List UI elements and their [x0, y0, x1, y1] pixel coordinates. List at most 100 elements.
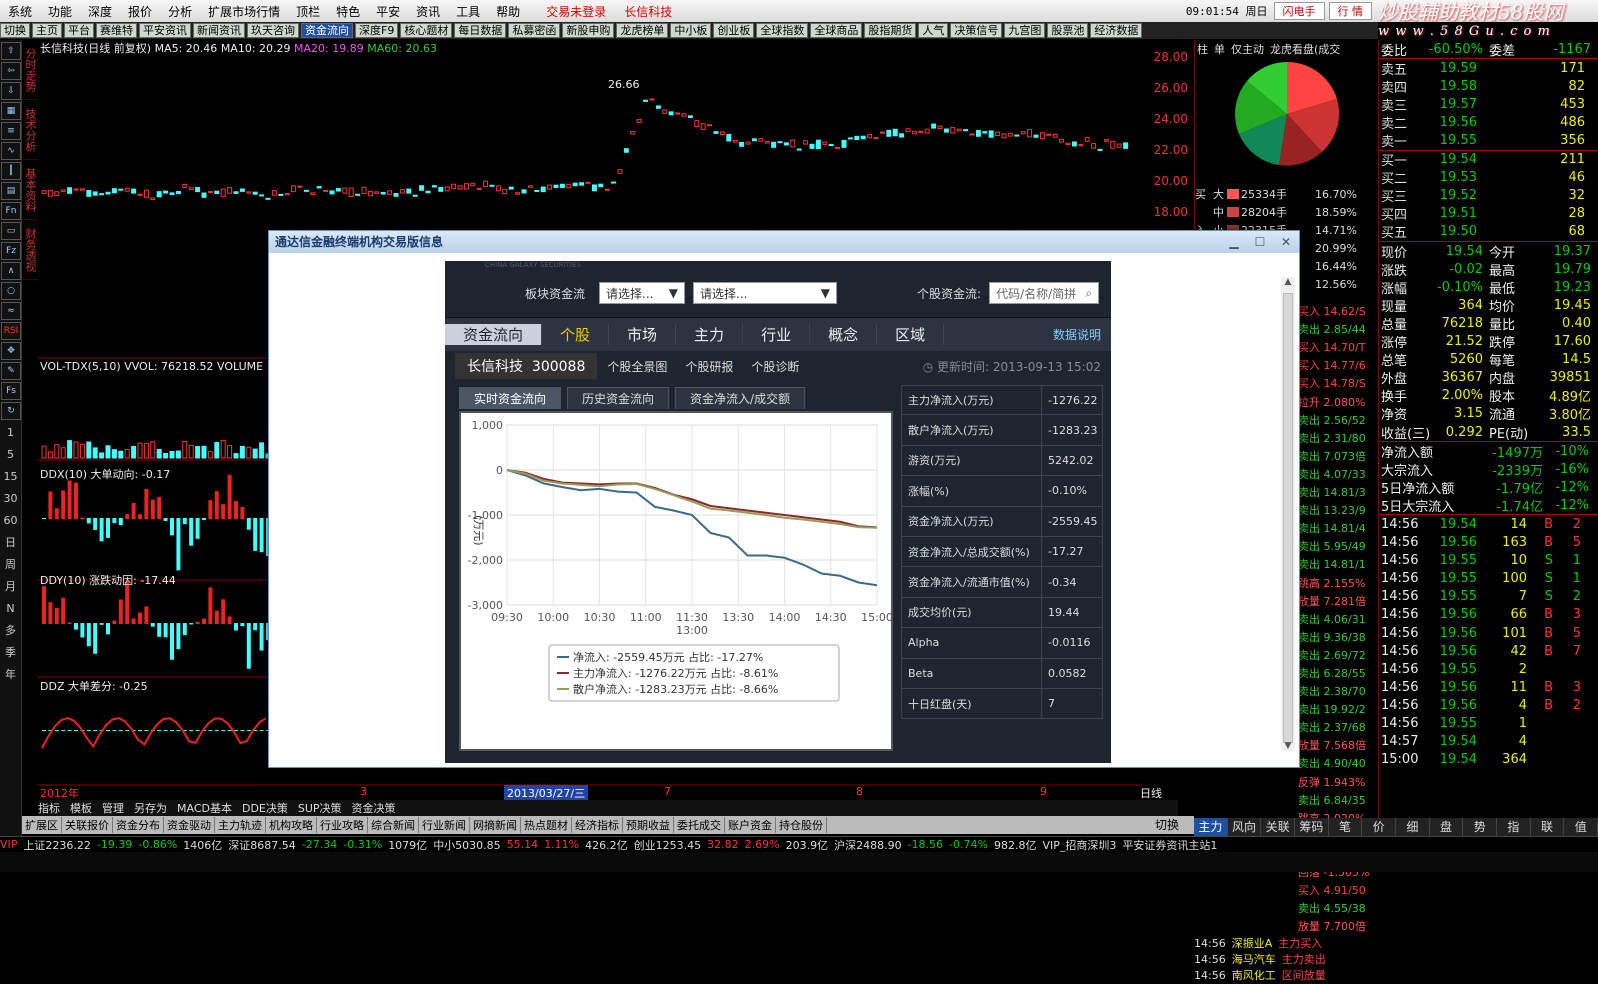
signal-item[interactable]: 反弹 1.943%: [1194, 774, 1378, 792]
ext-tab-8[interactable]: 行业新闻: [419, 817, 470, 833]
menu-depth[interactable]: 深度: [80, 3, 120, 20]
right-tab-11[interactable]: 值: [1564, 818, 1598, 836]
ext-tab-12[interactable]: 预期收益: [623, 817, 674, 833]
tab-3[interactable]: 赛维特: [96, 23, 137, 38]
move-icon[interactable]: ✥: [1, 342, 21, 360]
nav-tab-1[interactable]: 个股: [542, 324, 609, 345]
ext-tab-6[interactable]: 行业攻略: [317, 817, 368, 833]
indicator-tab-5[interactable]: DDE决策: [242, 800, 288, 816]
nav-tab-0[interactable]: 资金流向: [445, 324, 542, 345]
minimize-icon[interactable]: ▁: [1221, 231, 1247, 253]
menu-analysis[interactable]: 分析: [160, 3, 200, 20]
switch-button[interactable]: 切换: [1140, 816, 1194, 834]
tab-fundamental[interactable]: 基本资料: [22, 160, 38, 220]
indicator-tab-2[interactable]: 管理: [102, 800, 124, 816]
tab-19[interactable]: 人气: [918, 23, 948, 38]
sub-tab-0[interactable]: 实时资金流向: [459, 387, 561, 409]
ext-tab-15[interactable]: 持仓股份: [776, 817, 827, 833]
flash-trade-button[interactable]: 闪电手: [1274, 2, 1325, 20]
arrow-up-icon[interactable]: ⇧: [1, 42, 21, 60]
tab-technical[interactable]: 技术分析: [22, 100, 38, 160]
stock-diagnosis-link[interactable]: 个股诊断: [751, 358, 799, 375]
tab-11[interactable]: 私募密函: [508, 23, 560, 38]
close-icon[interactable]: ✕: [1273, 231, 1299, 253]
ext-tab-7[interactable]: 综合新闻: [368, 817, 419, 833]
right-tab-7[interactable]: 盘: [1430, 818, 1464, 836]
ext-tab-11[interactable]: 经济指标: [572, 817, 623, 833]
ext-tab-3[interactable]: 资金驱动: [164, 817, 215, 833]
stock-search-input[interactable]: 代码/名称/简拼 ⌕: [989, 282, 1099, 304]
period-11[interactable]: 年: [0, 664, 21, 686]
nav-tab-6[interactable]: 区域: [877, 324, 944, 345]
tab-17[interactable]: 全球商品: [810, 23, 862, 38]
arrow-left-icon[interactable]: ⇦: [1, 62, 21, 80]
menu-quote[interactable]: 报价: [120, 3, 160, 20]
day-line-label[interactable]: 日线: [1140, 785, 1162, 801]
zigzag-icon[interactable]: ∧: [1, 262, 21, 280]
period-1[interactable]: 5: [0, 444, 21, 466]
nav-tab-5[interactable]: 概念: [810, 324, 877, 345]
pie-tab-2[interactable]: 仅主动: [1231, 41, 1264, 57]
tab-16[interactable]: 全球指数: [756, 23, 808, 38]
period-3[interactable]: 30: [0, 488, 21, 510]
ext-tab-10[interactable]: 热点题材: [521, 817, 572, 833]
period-4[interactable]: 60: [0, 510, 21, 532]
tab-12[interactable]: 新股申购: [562, 23, 614, 38]
tab-7[interactable]: 资金流向: [301, 23, 353, 38]
menu-news[interactable]: 资讯: [408, 3, 448, 20]
period-5[interactable]: 日: [0, 532, 21, 554]
table-icon[interactable]: ▤: [1, 182, 21, 200]
tab-22[interactable]: 股票池: [1047, 23, 1088, 38]
tab-20[interactable]: 决策信号: [950, 23, 1002, 38]
wave-icon[interactable]: ≈: [1, 302, 21, 320]
tab-2[interactable]: 平台: [64, 23, 94, 38]
ext-tab-0[interactable]: 扩展区: [22, 817, 62, 833]
indicator-tab-1[interactable]: 模板: [70, 800, 92, 816]
tab-5[interactable]: 新闻资讯: [193, 23, 245, 38]
right-tab-8[interactable]: 势: [1463, 818, 1497, 836]
ext-tab-9[interactable]: 网摘新闻: [470, 817, 521, 833]
right-tab-5[interactable]: 价: [1362, 818, 1396, 836]
tab-15[interactable]: 创业板: [713, 23, 754, 38]
tab-timeshare[interactable]: 分时走势: [22, 40, 38, 100]
tab-23[interactable]: 经济数据: [1090, 23, 1142, 38]
right-tab-9[interactable]: 指: [1497, 818, 1531, 836]
sub-tab-2[interactable]: 资金净流入/成交额: [675, 387, 805, 409]
period-2[interactable]: 15: [0, 466, 21, 488]
signal-item[interactable]: 买入 4.91/50: [1194, 882, 1378, 900]
indicator-tab-6[interactable]: SUP决策: [298, 800, 342, 816]
tab-financial[interactable]: 财务透视: [22, 220, 38, 280]
tab-0[interactable]: 切换: [0, 23, 30, 38]
dialog-scrollbar[interactable]: ▲ ▼: [1281, 277, 1295, 751]
menu-function[interactable]: 功能: [40, 3, 80, 20]
news-row[interactable]: 14:56 海马汽车 主力卖出: [1194, 952, 1378, 968]
ext-tab-14[interactable]: 账户资金: [725, 817, 776, 833]
right-tab-1[interactable]: 风向: [1228, 818, 1262, 836]
refresh-icon[interactable]: ↻: [1, 402, 21, 420]
ext-tab-1[interactable]: 关联报价: [62, 817, 113, 833]
menu-topbar[interactable]: 顶栏: [288, 3, 328, 20]
grid-icon[interactable]: ▦: [1, 102, 21, 120]
data-help-link[interactable]: 数据说明: [1035, 326, 1111, 343]
fiz-icon[interactable]: Fz: [1, 242, 21, 260]
line-chart-icon[interactable]: ∿: [1, 142, 21, 160]
right-tab-6[interactable]: 细: [1396, 818, 1430, 836]
tab-6[interactable]: 玖天咨询: [247, 23, 299, 38]
nav-tab-4[interactable]: 行业: [743, 324, 810, 345]
right-tab-2[interactable]: 关联: [1261, 818, 1295, 836]
period-8[interactable]: N: [0, 598, 21, 620]
stock-overview-link[interactable]: 个股全景图: [607, 358, 667, 375]
menu-system[interactable]: 系统: [0, 3, 40, 20]
list-icon[interactable]: ≡: [1, 122, 21, 140]
tab-9[interactable]: 核心题材: [400, 23, 452, 38]
period-7[interactable]: 月: [0, 576, 21, 598]
tab-4[interactable]: 平安资讯: [139, 23, 191, 38]
news-row[interactable]: 14:56 南风化工 区间放量: [1194, 968, 1378, 984]
fs-icon[interactable]: Fs: [1, 382, 21, 400]
scroll-thumb[interactable]: [1283, 293, 1293, 743]
rsi-icon[interactable]: RSI: [1, 322, 21, 340]
signal-item[interactable]: 放量 7.700倍: [1194, 918, 1378, 936]
menu-ext-market[interactable]: 扩展市场行情: [200, 3, 288, 20]
ext-tab-4[interactable]: 主力轨迹: [215, 817, 266, 833]
signal-item[interactable]: 卖出 6.84/35: [1194, 792, 1378, 810]
